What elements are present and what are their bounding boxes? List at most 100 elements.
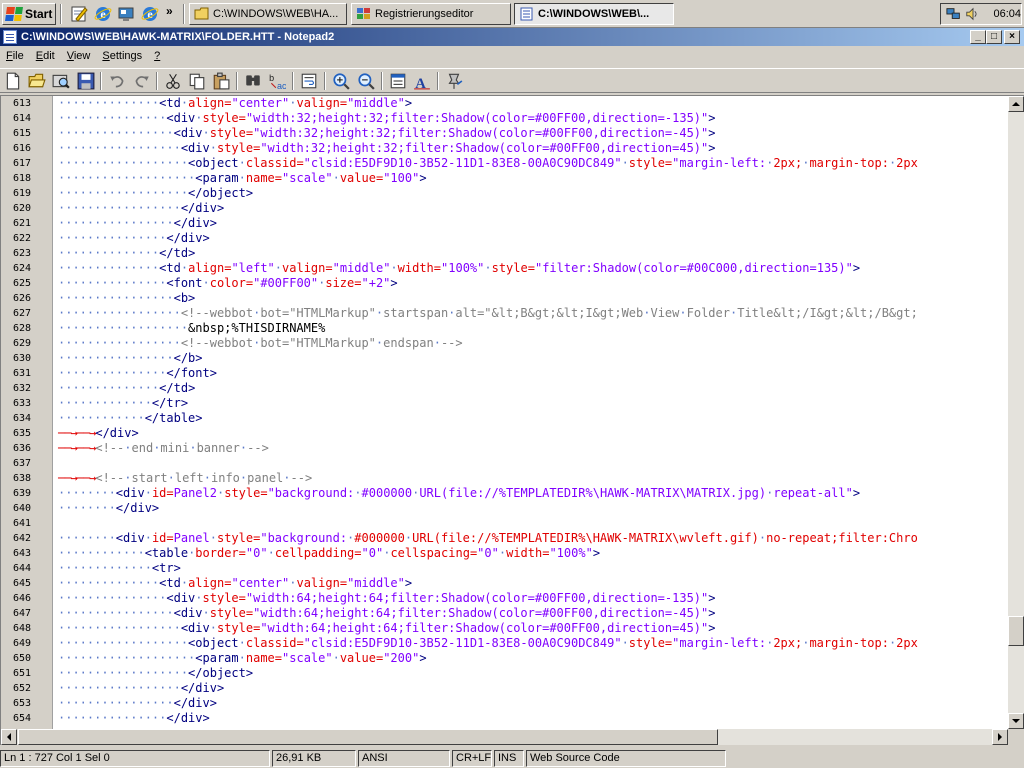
code-line[interactable]: ·················<!--webbot·bot="HTMLMar… xyxy=(58,306,918,321)
zoom-in-icon[interactable] xyxy=(332,72,350,90)
horizontal-scroll-thumb[interactable] xyxy=(18,729,718,745)
code-line[interactable]: ··············</td> xyxy=(58,246,195,261)
font-icon[interactable]: A xyxy=(413,72,431,90)
code-line[interactable]: ·················</div> xyxy=(58,681,224,696)
copy-icon[interactable] xyxy=(188,72,206,90)
code-line[interactable]: ···················<param·name="scale"·v… xyxy=(58,651,427,666)
internet-explorer-icon[interactable]: e xyxy=(141,5,159,23)
minimize-button[interactable]: _ xyxy=(970,30,986,44)
arrow-left-icon xyxy=(7,733,11,741)
menu-help[interactable]: ? xyxy=(148,50,166,62)
menu-edit[interactable]: Edit xyxy=(30,50,61,62)
svg-text:A: A xyxy=(415,76,426,90)
code-line[interactable]: ········<div·id=Panel·style="background:… xyxy=(58,531,918,546)
word-wrap-icon[interactable] xyxy=(300,72,318,90)
close-button[interactable]: × xyxy=(1004,30,1020,44)
line-number: 626 xyxy=(13,293,32,304)
code-line[interactable]: ················</div> xyxy=(58,696,217,711)
scheme-icon[interactable] xyxy=(389,72,407,90)
editor-area[interactable]: 613 614 615 616 617 618 619 620 621 622 623 624 625 6… xyxy=(0,95,1024,745)
scroll-down-button[interactable] xyxy=(1008,713,1024,729)
code-line[interactable]: ··············<td·align="center"·valign=… xyxy=(58,576,412,591)
internet-explorer-icon[interactable]: e xyxy=(94,5,112,23)
code-line[interactable]: ················</b> xyxy=(58,351,203,366)
maximize-button[interactable]: □ xyxy=(986,30,1002,44)
scroll-right-button[interactable] xyxy=(992,729,1008,745)
code-line[interactable]: ············<table·border="0"·cellpaddin… xyxy=(58,546,600,561)
code-line[interactable]: ········<div·id=Panel2·style="background… xyxy=(58,486,860,501)
undo-icon[interactable] xyxy=(108,72,126,90)
code-line[interactable]: ···············<div·style="width:32;heig… xyxy=(58,111,715,126)
task-button-notepad2[interactable]: C:\WINDOWS\WEB\... xyxy=(514,3,674,25)
code-line[interactable]: ···············</div> xyxy=(58,231,210,246)
vertical-scrollbar[interactable] xyxy=(1008,96,1024,729)
task-button-folder[interactable]: C:\WINDOWS\WEB\HA... xyxy=(189,3,347,25)
menu-accel: V xyxy=(66,50,74,62)
horizontal-scrollbar[interactable] xyxy=(1,729,1008,745)
redo-icon[interactable] xyxy=(133,72,151,90)
find-icon[interactable] xyxy=(244,72,262,90)
menu-file[interactable]: File xyxy=(0,50,30,62)
taskbar-separator xyxy=(183,4,185,24)
code-line[interactable]: ·················<div·style="width:64;he… xyxy=(58,621,716,636)
code-line[interactable]: ·············<tr> xyxy=(58,561,181,576)
code-line[interactable]: ········</div> xyxy=(58,501,159,516)
quicklaunch-more-button[interactable]: » xyxy=(166,4,184,22)
code-line[interactable]: ··················&nbsp;%THISDIRNAME% xyxy=(58,321,325,336)
always-on-top-icon[interactable] xyxy=(445,72,463,90)
network-icon[interactable] xyxy=(946,6,960,22)
code-line[interactable]: ·················<!--webbot·bot="HTMLMar… xyxy=(58,336,463,351)
scroll-left-button[interactable] xyxy=(1,729,17,745)
code-view[interactable]: ··············<td·align="center"·valign=… xyxy=(54,96,1006,729)
code-line[interactable]: ················</div> xyxy=(58,216,217,231)
save-icon[interactable] xyxy=(77,72,95,90)
notepad2-app-icon[interactable] xyxy=(3,30,17,44)
code-line[interactable]: ················<b> xyxy=(58,291,195,306)
new-file-icon[interactable] xyxy=(4,72,22,90)
line-number: 645 xyxy=(13,578,32,589)
code-line[interactable]: ···············<div·style="width:64;heig… xyxy=(58,591,715,606)
cut-icon[interactable] xyxy=(164,72,182,90)
code-line[interactable]: ·················<div·style="width:32;he… xyxy=(58,141,716,156)
clock[interactable]: 06:04 xyxy=(993,8,1021,20)
code-line[interactable]: ──→──→<!--·start·left·info·panel·--> xyxy=(58,471,312,486)
line-number: 640 xyxy=(13,503,32,514)
code-line[interactable]: ··················</object> xyxy=(58,186,253,201)
status-lexer[interactable]: Web Source Code xyxy=(526,750,726,767)
browse-icon[interactable] xyxy=(52,72,70,90)
code-line[interactable]: ············</table> xyxy=(58,411,203,426)
menu-settings[interactable]: Settings xyxy=(96,50,148,62)
code-line[interactable]: ·············</tr> xyxy=(58,396,188,411)
code-line[interactable]: ·················</div> xyxy=(58,201,224,216)
start-button[interactable]: Start xyxy=(2,3,56,25)
code-line[interactable]: ··················<object·classid="clsid… xyxy=(58,636,918,651)
code-line[interactable]: ···············</font> xyxy=(58,366,217,381)
volume-icon[interactable] xyxy=(965,6,979,22)
toolbar-separator xyxy=(324,72,326,90)
code-line[interactable]: ··············<td·align="center"·valign=… xyxy=(58,96,412,111)
task-button-regedit[interactable]: Registrierungseditor xyxy=(351,3,511,25)
status-encoding[interactable]: ANSI xyxy=(358,750,450,767)
vertical-scroll-thumb[interactable] xyxy=(1008,616,1024,646)
code-line[interactable]: ················<div·style="width:64;hei… xyxy=(58,606,715,621)
code-line[interactable]: ··············</td> xyxy=(58,381,195,396)
scroll-up-button[interactable] xyxy=(1008,96,1024,112)
code-line[interactable]: ···············</div> xyxy=(58,711,210,726)
open-file-icon[interactable] xyxy=(28,72,46,90)
code-line[interactable]: ──→──→</div> xyxy=(58,426,139,441)
replace-icon[interactable]: bac xyxy=(268,72,286,90)
paste-icon[interactable] xyxy=(212,72,230,90)
code-line[interactable]: ··················<object·classid="clsid… xyxy=(58,156,918,171)
title-bar[interactable]: C:\WINDOWS\WEB\HAWK-MATRIX\FOLDER.HTT - … xyxy=(0,28,1024,46)
code-line[interactable]: ···············<font·color="#00FF00"·siz… xyxy=(58,276,398,291)
status-line-endings[interactable]: CR+LF xyxy=(452,750,492,767)
menu-view[interactable]: View xyxy=(61,50,97,62)
zoom-out-icon[interactable] xyxy=(357,72,375,90)
code-line[interactable]: ···················<param·name="scale"·v… xyxy=(58,171,427,186)
code-line[interactable]: ··················</object> xyxy=(58,666,253,681)
code-line[interactable]: ··············<td·align="left"·valign="m… xyxy=(58,261,860,276)
code-line[interactable]: ················<div·style="width:32;hei… xyxy=(58,126,715,141)
notepad-edit-icon[interactable] xyxy=(70,5,88,23)
code-line[interactable]: ──→──→<!--·end·mini·banner·--> xyxy=(58,441,269,456)
show-desktop-icon[interactable] xyxy=(117,5,135,23)
